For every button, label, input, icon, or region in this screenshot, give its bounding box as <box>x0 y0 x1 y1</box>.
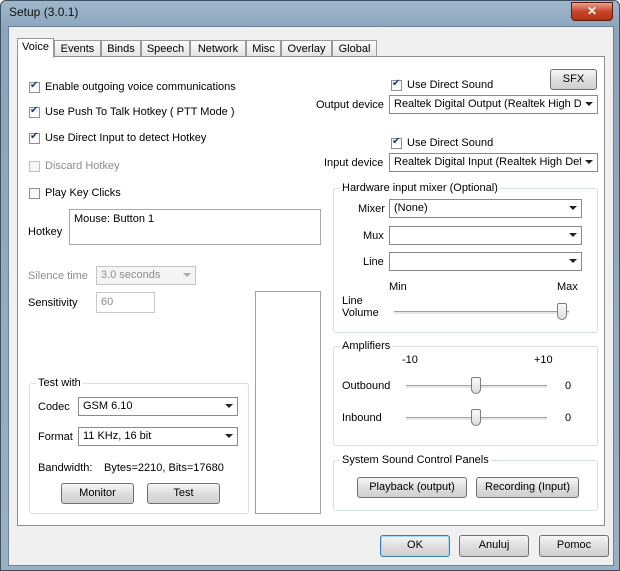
sound-panels-group: System Sound Control Panels Playback (ou… <box>333 454 598 511</box>
format-value: 11 KHz, 16 bit <box>83 430 152 442</box>
line-label: Line <box>363 256 384 268</box>
output-device-label: Output device <box>316 99 384 111</box>
enable-outgoing-checkbox[interactable] <box>29 80 40 93</box>
silence-time-label: Silence time <box>28 270 88 282</box>
close-icon: ✕ <box>586 4 598 18</box>
close-button[interactable]: ✕ <box>571 2 613 21</box>
tab-overlay[interactable]: Overlay <box>281 40 332 56</box>
mixer-select[interactable]: (None) <box>389 199 582 218</box>
title-bar[interactable]: Setup (3.0.1) ✕ <box>1 1 619 25</box>
tab-events[interactable]: Events <box>54 40 101 56</box>
chevron-down-icon <box>585 160 593 164</box>
chevron-down-icon <box>225 434 233 438</box>
sensitivity-label: Sensitivity <box>28 297 78 309</box>
input-device-label: Input device <box>324 157 384 169</box>
ok-button[interactable]: OK <box>380 535 450 557</box>
input-direct-sound-checkbox[interactable] <box>391 136 402 149</box>
dialog-client: Voice Events Binds Speech Network Misc O… <box>8 26 614 566</box>
line-select[interactable] <box>389 252 582 271</box>
direct-input-checkbox[interactable] <box>29 131 40 144</box>
mux-select[interactable] <box>389 226 582 245</box>
discard-hotkey-label: Discard Hotkey <box>45 160 120 172</box>
chevron-down-icon <box>183 273 191 277</box>
help-button[interactable]: Pomoc <box>539 535 609 557</box>
test-with-title: Test with <box>36 377 83 389</box>
play-key-clicks-checkbox[interactable] <box>29 188 40 199</box>
line-volume-track <box>394 311 569 315</box>
format-label: Format <box>38 431 73 443</box>
line-max-label: Max <box>557 281 578 293</box>
chevron-down-icon <box>225 404 233 408</box>
line-volume-label-line: Line <box>342 295 363 307</box>
amplifier-min-label: -10 <box>402 354 418 366</box>
cancel-button[interactable]: Anuluj <box>459 535 529 557</box>
output-direct-sound-label: Use Direct Sound <box>407 79 494 91</box>
push-to-talk-checkbox[interactable] <box>29 105 40 118</box>
inbound-label: Inbound <box>342 412 382 424</box>
line-volume-slider[interactable] <box>557 303 567 320</box>
enable-outgoing-label: Enable outgoing voice communications <box>45 81 236 93</box>
test-button[interactable]: Test <box>147 483 220 504</box>
mixer-value: (None) <box>394 202 428 214</box>
chevron-down-icon <box>585 102 593 106</box>
amplifiers-title: Amplifiers <box>340 340 393 352</box>
sfx-button[interactable]: SFX <box>550 69 597 90</box>
output-device-value: Realtek Digital Output (Realtek High Def… <box>394 98 597 110</box>
hardware-mixer-group: Hardware input mixer (Optional) Mixer (N… <box>333 182 598 333</box>
tab-global[interactable]: Global <box>332 40 377 56</box>
monitor-button[interactable]: Monitor <box>61 483 134 504</box>
test-with-group: Test with Codec GSM 6.10 Format 11 KHz, … <box>29 377 249 514</box>
voice-level-meter <box>255 291 321 514</box>
bandwidth-label: Bandwidth: <box>38 462 93 474</box>
setup-window: Setup (3.0.1) ✕ Voice Events Binds Speec… <box>0 0 620 571</box>
mixer-label: Mixer <box>358 203 385 215</box>
silence-time-value: 3.0 seconds <box>101 269 161 281</box>
inbound-slider[interactable] <box>471 409 481 426</box>
inbound-value: 0 <box>565 412 572 424</box>
input-device-select[interactable]: Realtek Digital Input (Realtek High Defi… <box>389 153 598 172</box>
line-min-label: Min <box>389 281 407 293</box>
chevron-down-icon <box>569 259 577 263</box>
hardware-mixer-title: Hardware input mixer (Optional) <box>340 182 500 194</box>
codec-label: Codec <box>38 401 70 413</box>
hotkey-label: Hotkey <box>28 226 63 238</box>
play-key-clicks-label: Play Key Clicks <box>45 187 121 199</box>
amplifiers-group: Amplifiers -10 +10 Outbound 0 Inbound 0 <box>333 340 598 446</box>
tab-voice[interactable]: Voice <box>17 38 54 58</box>
recording-input-button[interactable]: Recording (Input) <box>476 477 579 498</box>
direct-input-label: Use Direct Input to detect Hotkey <box>45 132 207 144</box>
input-device-value: Realtek Digital Input (Realtek High Defi… <box>394 156 597 168</box>
outbound-slider[interactable] <box>471 377 481 394</box>
voice-tab-panel: Enable outgoing voice communications Use… <box>17 56 605 526</box>
amplifier-max-label: +10 <box>534 354 553 366</box>
tab-binds[interactable]: Binds <box>101 40 141 56</box>
playback-output-button[interactable]: Playback (output) <box>357 477 467 498</box>
window-title: Setup (3.0.1) <box>9 5 79 19</box>
codec-value: GSM 6.10 <box>83 400 133 412</box>
sensitivity-field[interactable]: 60 <box>96 292 155 313</box>
mux-label: Mux <box>363 230 384 242</box>
outbound-value: 0 <box>565 380 572 392</box>
outbound-label: Outbound <box>342 380 391 392</box>
output-device-select[interactable]: Realtek Digital Output (Realtek High Def… <box>389 95 598 114</box>
tab-network[interactable]: Network <box>190 40 246 56</box>
hotkey-field[interactable]: Mouse: Button 1 <box>69 209 321 245</box>
format-select[interactable]: 11 KHz, 16 bit <box>78 427 238 446</box>
output-direct-sound-checkbox[interactable] <box>391 78 402 91</box>
discard-hotkey-checkbox[interactable] <box>29 161 40 172</box>
chevron-down-icon <box>569 233 577 237</box>
line-volume-label-volume: Volume <box>342 307 379 319</box>
input-direct-sound-label: Use Direct Sound <box>407 137 494 149</box>
chevron-down-icon <box>569 206 577 210</box>
sound-panels-title: System Sound Control Panels <box>340 454 491 466</box>
silence-time-select[interactable]: 3.0 seconds <box>96 266 196 285</box>
bandwidth-value: Bytes=2210, Bits=17680 <box>104 462 224 474</box>
tab-misc[interactable]: Misc <box>246 40 281 56</box>
codec-select[interactable]: GSM 6.10 <box>78 397 238 416</box>
push-to-talk-label: Use Push To Talk Hotkey ( PTT Mode ) <box>45 106 235 118</box>
tab-speech[interactable]: Speech <box>141 40 190 56</box>
